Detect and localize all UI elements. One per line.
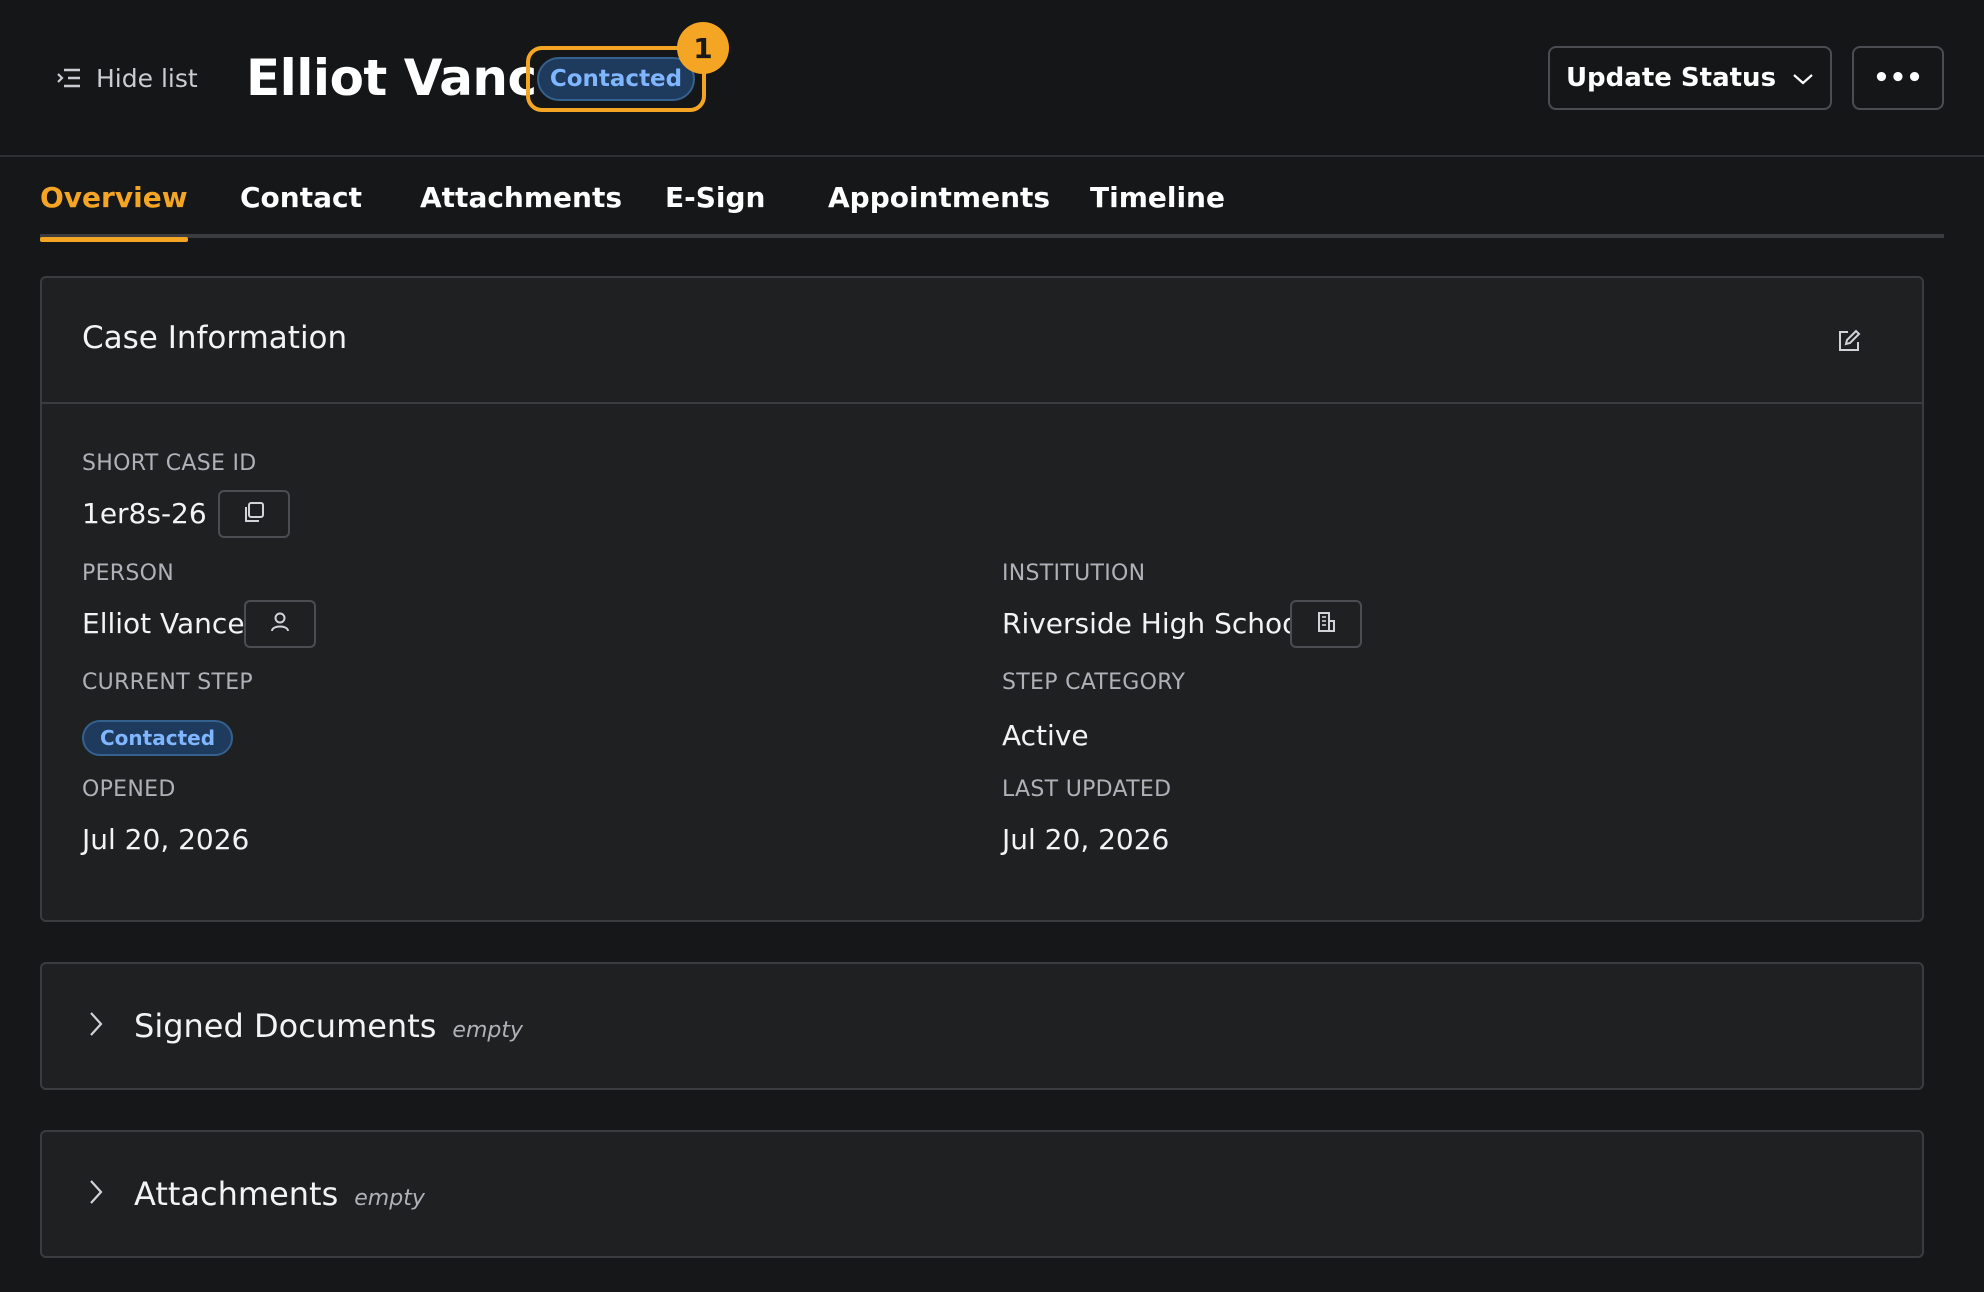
short-case-id-label: SHORT CASE ID <box>82 451 257 476</box>
person-value: Elliot Vance <box>82 607 245 640</box>
chevron-right-icon <box>88 1178 104 1210</box>
institution-value: Riverside High School <box>1002 607 1308 640</box>
attachments-section[interactable]: Attachments empty <box>40 1130 1924 1258</box>
building-icon <box>1315 611 1337 637</box>
person-label: PERSON <box>82 561 174 586</box>
hide-list-button[interactable]: Hide list <box>56 58 198 98</box>
attachments-title-row: Attachments empty <box>134 1175 425 1213</box>
copy-icon <box>243 501 265 527</box>
person-icon <box>269 611 291 637</box>
signed-documents-section[interactable]: Signed Documents empty <box>40 962 1924 1090</box>
tab-attachments[interactable]: Attachments <box>420 180 622 238</box>
case-information-title: Case Information <box>82 320 348 356</box>
tab-bar: Overview Contact Attachments E-Sign Appo… <box>40 180 1944 242</box>
last-updated-value: Jul 20, 2026 <box>1002 823 1170 856</box>
page-header: Hide list Elliot Vance Contacted 1 Updat… <box>0 0 1984 157</box>
tab-timeline[interactable]: Timeline <box>1090 180 1225 238</box>
signed-documents-empty-note: empty <box>452 1018 523 1043</box>
attachments-empty-note: empty <box>354 1186 425 1211</box>
status-badge[interactable]: Contacted <box>537 57 695 101</box>
signed-documents-title: Signed Documents <box>134 1007 437 1045</box>
chevron-down-icon <box>1792 63 1814 93</box>
hide-list-label: Hide list <box>96 63 198 93</box>
tab-e-sign[interactable]: E-Sign <box>665 180 766 238</box>
current-step-badge: Contacted <box>82 720 234 756</box>
notification-count-badge: 1 <box>677 22 729 74</box>
opened-label: OPENED <box>82 777 176 802</box>
short-case-id-value: 1er8s-26 <box>82 497 207 530</box>
page-title: Elliot Vance <box>246 49 571 107</box>
case-information-header: Case Information <box>42 278 1922 404</box>
tab-appointments[interactable]: Appointments <box>828 180 1050 238</box>
attachments-title: Attachments <box>134 1175 339 1213</box>
more-options-button[interactable]: ••• <box>1852 46 1944 110</box>
list-indent-icon <box>56 67 82 89</box>
update-status-label: Update Status <box>1565 63 1777 93</box>
current-step-label: CURRENT STEP <box>82 670 253 695</box>
more-icon: ••• <box>1873 63 1923 93</box>
last-updated-label: LAST UPDATED <box>1002 777 1172 802</box>
tab-contact[interactable]: Contact <box>240 180 362 238</box>
update-status-button[interactable]: Update Status <box>1548 46 1832 110</box>
view-institution-button[interactable] <box>1290 600 1362 648</box>
institution-label: INSTITUTION <box>1002 561 1146 586</box>
signed-documents-title-row: Signed Documents empty <box>134 1007 523 1045</box>
opened-value: Jul 20, 2026 <box>82 823 250 856</box>
view-person-button[interactable] <box>244 600 316 648</box>
step-category-value: Active <box>1002 719 1089 752</box>
tab-overview[interactable]: Overview <box>40 180 188 242</box>
step-category-label: STEP CATEGORY <box>1002 670 1186 695</box>
edit-icon[interactable] <box>1836 328 1862 354</box>
case-information-card: Case Information SHORT CASE ID 1er8s-26 … <box>40 276 1924 922</box>
chevron-right-icon <box>88 1010 104 1042</box>
copy-case-id-button[interactable] <box>218 490 290 538</box>
